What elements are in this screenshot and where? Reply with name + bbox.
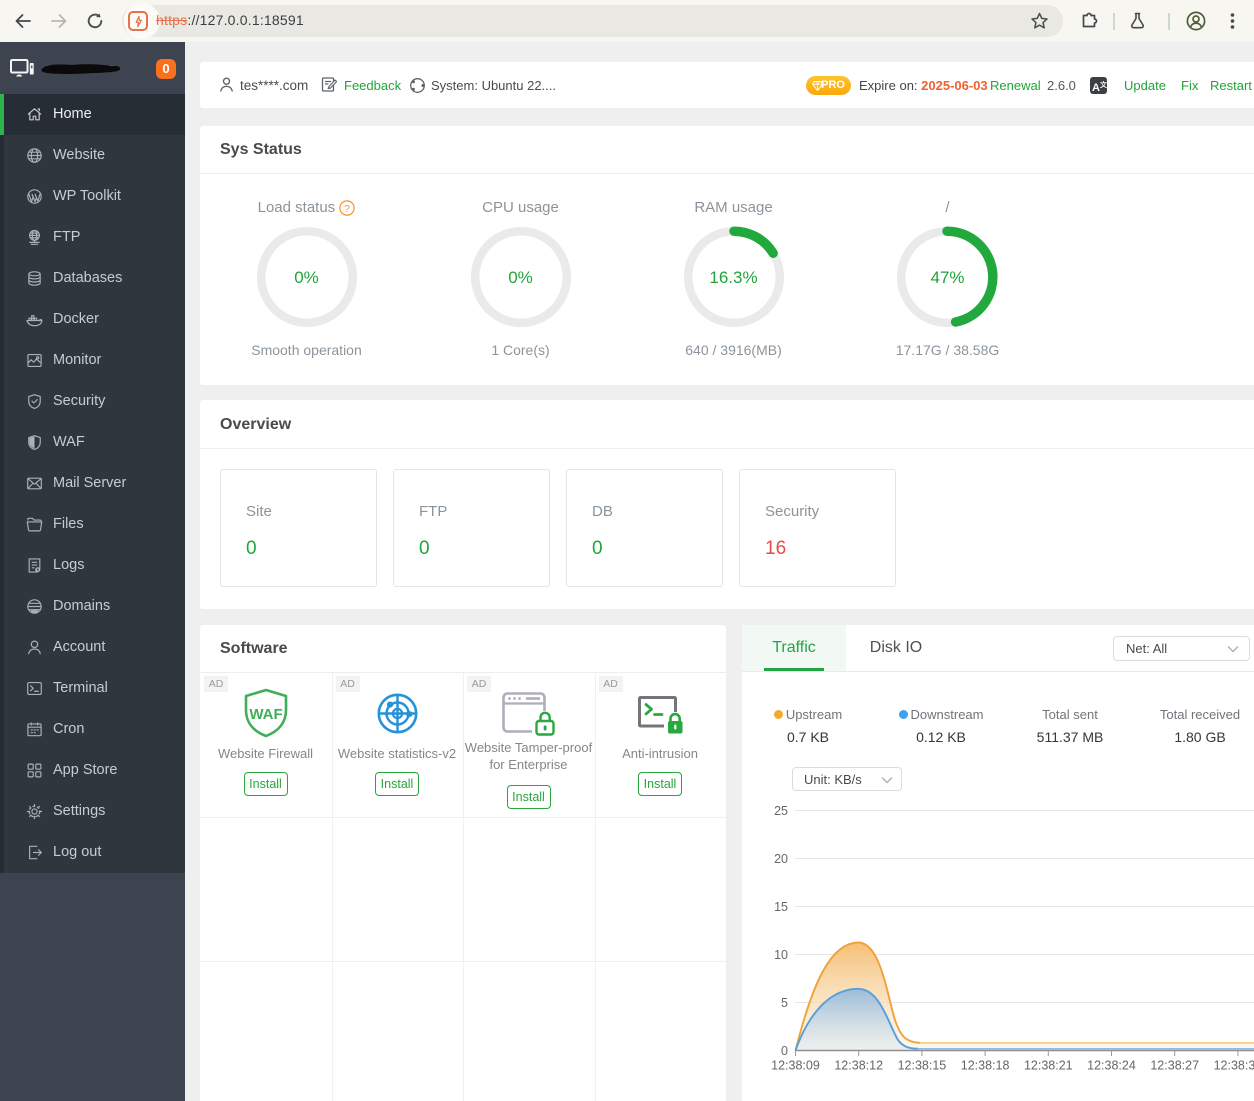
- svg-text:12:38:30: 12:38:30: [1214, 1059, 1254, 1073]
- svg-text:12:38:27: 12:38:27: [1150, 1059, 1199, 1073]
- svg-text:12:38:09: 12:38:09: [771, 1059, 820, 1073]
- svg-text:12:38:24: 12:38:24: [1087, 1059, 1136, 1073]
- svg-text:5: 5: [781, 996, 788, 1010]
- svg-text:?: ?: [344, 202, 350, 214]
- svg-text:15: 15: [774, 900, 788, 914]
- svg-text:12:38:18: 12:38:18: [961, 1059, 1010, 1073]
- svg-text:10: 10: [774, 948, 788, 962]
- svg-text:12:38:21: 12:38:21: [1024, 1059, 1073, 1073]
- svg-text:12:38:15: 12:38:15: [898, 1059, 947, 1073]
- svg-text:25: 25: [774, 804, 788, 818]
- svg-text:12:38:12: 12:38:12: [834, 1059, 883, 1073]
- svg-text:WAF: WAF: [249, 706, 282, 723]
- svg-text:20: 20: [774, 852, 788, 866]
- svg-text:0: 0: [781, 1044, 788, 1058]
